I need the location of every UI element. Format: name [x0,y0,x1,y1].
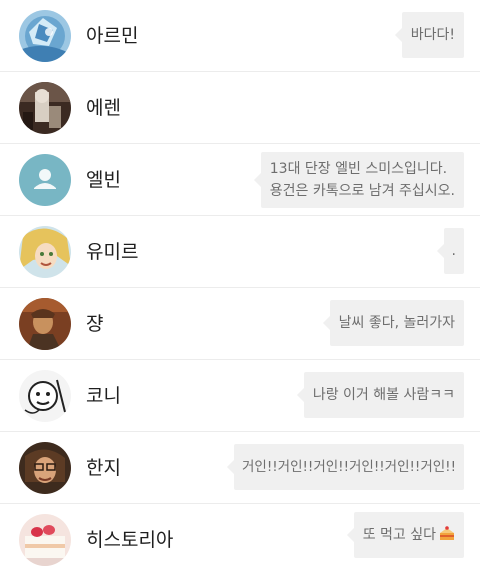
status-message-bubble: 거인!!거인!!거인!!거인!!거인!!거인!! [227,444,464,490]
historia-avatar-icon[interactable] [19,514,71,566]
status-message-bubble: 바다다! [394,12,464,58]
eren-avatar-icon[interactable] [19,82,71,134]
status-message-bubble: 날씨 좋다, 놀러가자 [322,300,464,346]
friend-row-eren[interactable]: 에렌 [0,72,480,144]
armin-avatar-icon[interactable] [19,10,71,62]
status-message-line: 나랑 이거 해볼 사람ㅋㅋ [312,387,455,403]
friend-row-armin[interactable]: 아르민 바다다! [0,0,480,72]
connie-avatar-icon[interactable] [19,370,71,422]
friend-name: 히스토리아 [86,529,174,551]
status-message-line: 또 먹고 싶다 [362,527,436,543]
hange-avatar-icon[interactable] [19,442,71,494]
cake-icon [439,525,455,548]
friend-row-erwin[interactable]: 엘빈 13대 단장 엘빈 스미스입니다. 용건은 카톡으로 남겨 주십시오. [0,144,480,216]
friend-name: 유미르 [86,241,139,263]
friend-row-connie[interactable]: 코니 나랑 이거 해볼 사람ㅋㅋ [0,360,480,432]
status-message-line: . [451,243,456,259]
friend-row-historia[interactable]: 히스토리아 또 먹고 싶다 [0,504,480,569]
status-message-bubble: 13대 단장 엘빈 스미스입니다. 용건은 카톡으로 남겨 주십시오. [253,152,464,208]
default-profile-icon[interactable] [19,154,71,206]
status-message-line: 바다다! [410,27,455,43]
friend-name: 코니 [86,385,121,407]
ymir-avatar-icon[interactable] [19,226,71,278]
status-message-bubble: 나랑 이거 해볼 사람ㅋㅋ [296,372,464,418]
friend-name: 엘빈 [86,169,121,191]
status-message-bubble: . [436,228,464,274]
friend-row-hange[interactable]: 한지 거인!!거인!!거인!!거인!!거인!!거인!! [0,432,480,504]
jean-avatar-icon[interactable] [19,298,71,350]
friend-row-jean[interactable]: 쟝 날씨 좋다, 놀러가자 [0,288,480,360]
status-message-line: 용건은 카톡으로 남겨 주십시오. [269,183,455,199]
status-message-line: 13대 단장 엘빈 스미스입니다. [269,161,448,177]
status-message-bubble: 또 먹고 싶다 [346,512,464,558]
friend-row-ymir[interactable]: 유미르 . [0,216,480,288]
friend-name: 아르민 [86,25,139,47]
status-message-line: 거인!!거인!!거인!!거인!!거인!!거인!! [242,459,456,475]
friend-name: 한지 [86,457,121,479]
friend-name: 에렌 [86,97,121,119]
friend-list: 아르민 바다다! 에렌 엘빈 13대 단장 엘빈 스미스입니다. 용건은 카톡으… [0,0,480,569]
friend-name: 쟝 [86,313,104,335]
status-message-line: 날씨 좋다, 놀러가자 [338,315,455,331]
